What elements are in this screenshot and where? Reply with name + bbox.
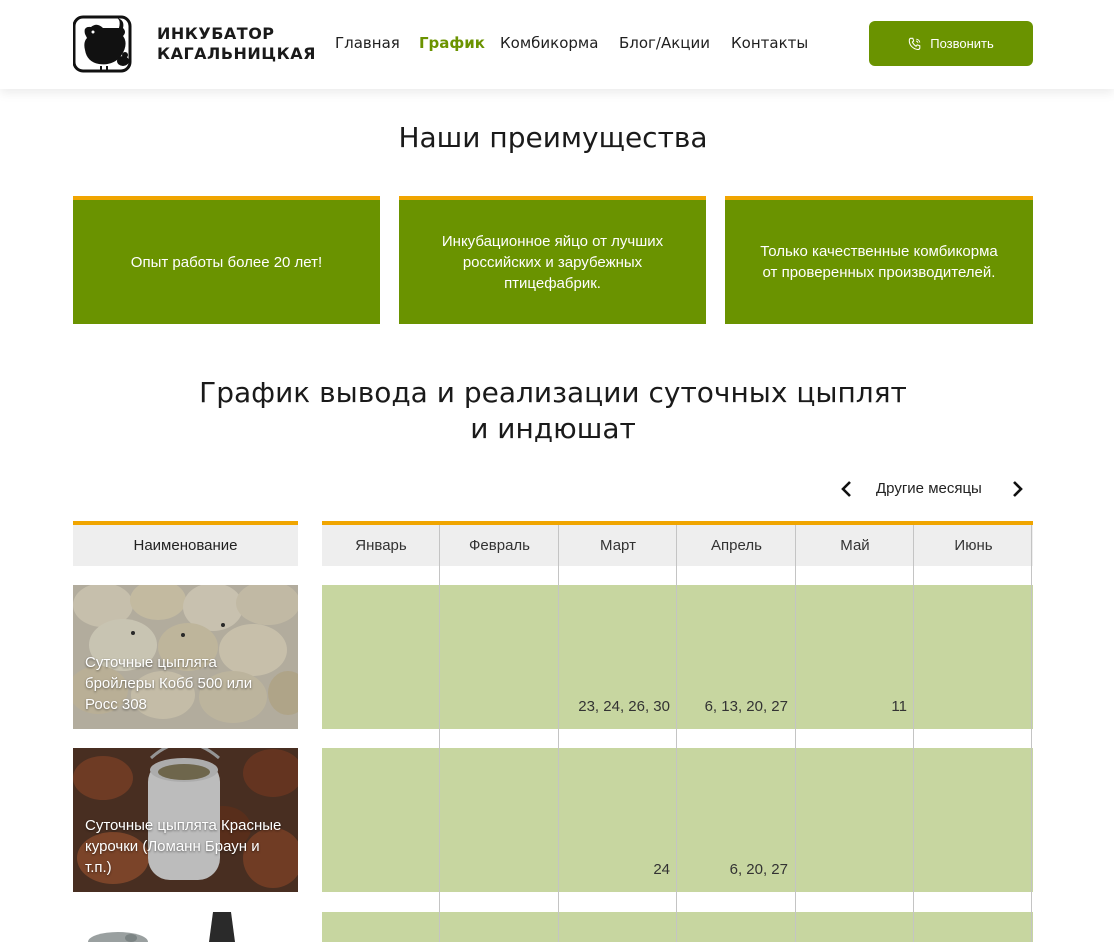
- turkey-photo: [73, 912, 298, 942]
- month-header: Апрель: [711, 537, 762, 554]
- nav-home[interactable]: Главная: [335, 34, 400, 52]
- advantage-text: Только качественные комбикорма от провер…: [760, 243, 998, 281]
- advantage-text: Опыт работы более 20 лет!: [130, 253, 323, 271]
- schedule-title-line-2: и индюшат: [470, 412, 636, 445]
- brand-name[interactable]: ИНКУБАТОР КАГАЛЬНИЦКАЯ: [157, 24, 316, 64]
- month-navigation: Другие месяцы: [836, 478, 1036, 500]
- advantages-title: Наши преимущества: [398, 121, 708, 154]
- advantage-card: Инкубационное яйцо от лучших российских …: [399, 196, 706, 324]
- column-divider: [913, 525, 914, 942]
- hen-logo-icon[interactable]: [73, 14, 133, 74]
- chevron-left-icon[interactable]: [836, 478, 858, 500]
- schedule-cell: 6, 13, 20, 27: [704, 698, 788, 715]
- month-header: Май: [840, 537, 870, 554]
- schedule-title: График вывода и реализации суточных цыпл…: [0, 375, 1106, 447]
- schedule-title-line-1: График вывода и реализации суточных цыпл…: [199, 376, 907, 409]
- schedule-cell: 11: [891, 698, 907, 715]
- product-card[interactable]: Суточные цыплята бройлеры Кобб 500 или Р…: [73, 585, 298, 729]
- nav-contacts[interactable]: Контакты: [731, 34, 808, 52]
- advantage-card: Опыт работы более 20 лет!: [73, 196, 380, 324]
- column-divider: [1031, 525, 1032, 942]
- name-column-header: Наименование: [73, 521, 298, 566]
- month-header: Февраль: [469, 537, 530, 554]
- chevron-right-icon[interactable]: [1006, 478, 1028, 500]
- schedule-cell: 6, 20, 27: [729, 861, 788, 878]
- nav-blog[interactable]: Блог/Акции: [619, 34, 710, 52]
- product-card[interactable]: [73, 912, 298, 942]
- call-button-label: Позвонить: [930, 36, 994, 51]
- column-divider: [439, 525, 440, 942]
- table-row: [322, 912, 1033, 942]
- nav-feed[interactable]: Комбикорма: [500, 34, 598, 52]
- schedule-cell: 24: [653, 861, 670, 878]
- column-divider: [558, 525, 559, 942]
- brand-line-2: КАГАЛЬНИЦКАЯ: [157, 44, 316, 63]
- month-header: Март: [600, 537, 636, 554]
- other-months-label[interactable]: Другие месяцы: [876, 480, 982, 497]
- advantage-card: Только качественные комбикорма от провер…: [725, 196, 1033, 324]
- brand-line-1: ИНКУБАТОР: [157, 24, 275, 43]
- phone-icon: [908, 37, 921, 50]
- site-header: ИНКУБАТОР КАГАЛЬНИЦКАЯ Главная График Ко…: [0, 0, 1114, 89]
- advantage-text: Инкубационное яйцо от лучших российских …: [441, 232, 664, 292]
- schedule-cell: 23, 24, 26, 30: [578, 698, 670, 715]
- product-card[interactable]: Суточные цыплята Красные курочки (Ломанн…: [73, 748, 298, 892]
- column-divider: [676, 525, 677, 942]
- month-header: Январь: [355, 537, 407, 554]
- product-name: Суточные цыплята бройлеры Кобб 500 или Р…: [85, 654, 253, 713]
- nav-schedule[interactable]: График: [419, 34, 485, 52]
- call-button[interactable]: Позвонить: [869, 21, 1033, 66]
- months-header-row: Январь Февраль Март Апрель Май Июнь: [322, 521, 1033, 566]
- product-name: Суточные цыплята Красные курочки (Ломанн…: [85, 817, 282, 876]
- column-divider: [795, 525, 796, 942]
- month-header: Июнь: [954, 537, 993, 554]
